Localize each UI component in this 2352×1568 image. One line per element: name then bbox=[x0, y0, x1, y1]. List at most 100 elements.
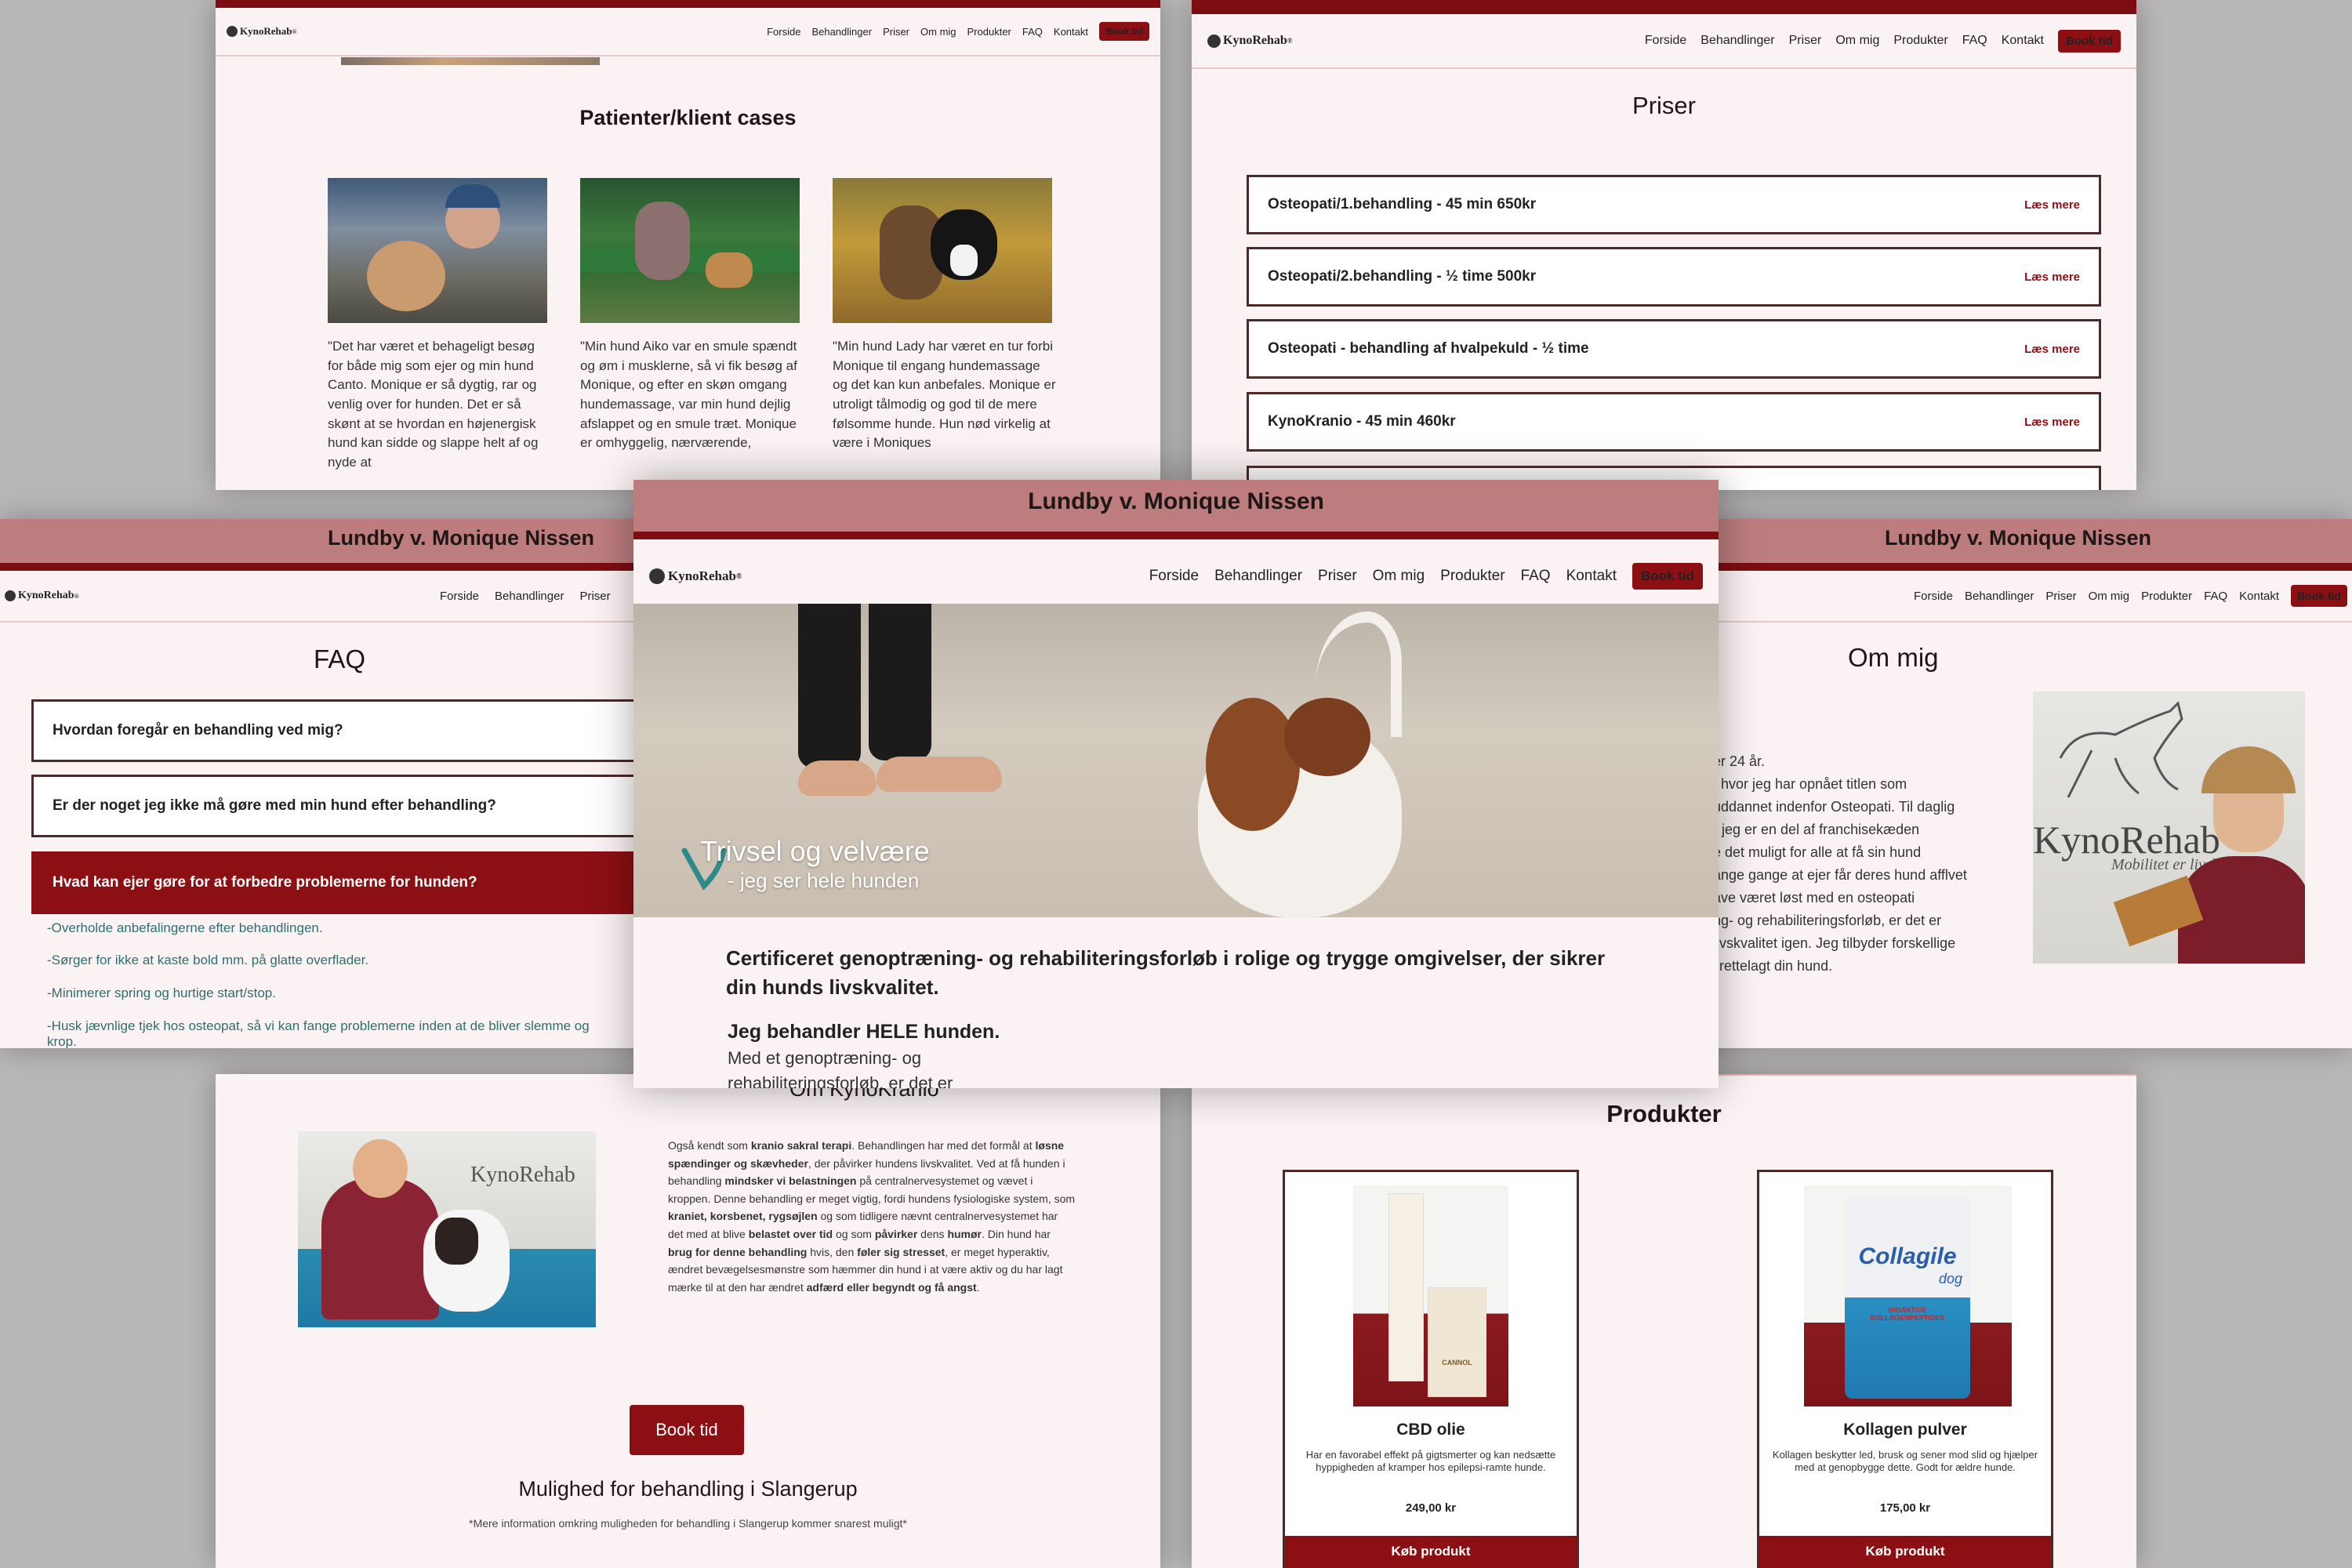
nav-behandlinger[interactable]: Behandlinger bbox=[1214, 568, 1302, 585]
nav-forside[interactable]: Forside bbox=[1914, 590, 1953, 603]
book-button[interactable]: Book tid bbox=[630, 1405, 744, 1455]
logo[interactable]: KynoRehab ® bbox=[1207, 34, 1293, 48]
paw-icon bbox=[1207, 34, 1221, 48]
nav-produkter[interactable]: Produkter bbox=[2141, 590, 2192, 603]
nav-kontakt[interactable]: Kontakt bbox=[2239, 590, 2279, 603]
dog-head bbox=[435, 1218, 478, 1265]
treatment-photo: KynoRehab bbox=[298, 1131, 596, 1327]
nav-behandlinger[interactable]: Behandlinger bbox=[495, 590, 564, 603]
price-label: Osteopati/1.behandling - 45 min 650kr bbox=[1268, 196, 1537, 212]
hero-body: Med et genoptræning- og bbox=[728, 1048, 922, 1068]
collagen-tin: Collagile dog BIOAKTIVE KOLLAGENPEPTIDER bbox=[1845, 1196, 1970, 1399]
logo-text: KynoRehab bbox=[1223, 34, 1287, 47]
nav-behandlinger[interactable]: Behandlinger bbox=[811, 26, 872, 38]
faq-answer-line: -Husk jævnlige tjek hos osteopat, så vi … bbox=[47, 1018, 590, 1033]
hero-headline: Certificeret genoptræning- og rehabilite… bbox=[726, 946, 1606, 999]
nav-forside[interactable]: Forside bbox=[1149, 568, 1199, 585]
nav-om-mig[interactable]: Om mig bbox=[1835, 34, 1879, 48]
nav-bar: KynoRehab ® Forside Behandlinger Priser O… bbox=[633, 539, 1719, 613]
about-line: livskvalitet igen. Jeg tilbyder forskell… bbox=[1713, 935, 1956, 951]
logo-tm: ® bbox=[735, 572, 742, 581]
faq-question[interactable]: Er der noget jeg ikke må gøre med min hu… bbox=[31, 775, 659, 837]
nav-faq[interactable]: FAQ bbox=[1962, 34, 1987, 48]
site-title: Lundby v. Monique Nissen bbox=[1028, 488, 1324, 514]
book-button[interactable]: Book tid bbox=[2058, 29, 2121, 53]
buy-product-button[interactable]: Køb produkt bbox=[1285, 1536, 1577, 1568]
tin-band: BIOAKTIVE KOLLAGENPEPTIDER bbox=[1870, 1306, 1945, 1322]
dog-muzzle bbox=[950, 245, 978, 276]
price-row[interactable]: Osteopati/2.behandling - ½ time 500kr Læ… bbox=[1247, 247, 2101, 307]
read-more-link[interactable]: Læs mere bbox=[2024, 198, 2080, 212]
nav-forside[interactable]: Forside bbox=[767, 26, 800, 38]
faq-question[interactable]: Hvordan foregår en behandling ved mig? bbox=[31, 699, 659, 762]
read-more-link[interactable]: Læs mere bbox=[2024, 270, 2080, 284]
section-title: Patienter/klient cases bbox=[579, 106, 797, 129]
nav-priser[interactable]: Priser bbox=[1318, 568, 1357, 585]
prices-panel: KynoRehab ® Forside Behandlinger Priser O… bbox=[1192, 0, 2136, 490]
nav-priser[interactable]: Priser bbox=[2045, 590, 2076, 603]
nav-forside[interactable]: Forside bbox=[440, 590, 479, 603]
nav-kontakt[interactable]: Kontakt bbox=[1054, 26, 1088, 38]
nav-faq[interactable]: FAQ bbox=[2204, 590, 2227, 603]
price-row[interactable]: Osteopati - behandling af hvalpekuld - ½… bbox=[1247, 319, 2101, 379]
foot bbox=[798, 760, 877, 796]
site-header-band: Lundby v. Monique Nissen bbox=[633, 480, 1719, 539]
logo-text: KynoRehab bbox=[18, 590, 74, 601]
nav-om-mig[interactable]: Om mig bbox=[920, 26, 956, 38]
logo[interactable]: KynoRehab ® bbox=[5, 590, 440, 602]
tin-sub: dog bbox=[1938, 1271, 1962, 1287]
section-title: FAQ bbox=[314, 644, 366, 673]
dog-outline-icon bbox=[2059, 701, 2183, 798]
nav-produkter[interactable]: Produkter bbox=[1440, 568, 1504, 585]
nav-kontakt[interactable]: Kontakt bbox=[1566, 568, 1617, 585]
product-price: 249,00 kr bbox=[1405, 1501, 1457, 1515]
buy-product-button[interactable]: Køb produkt bbox=[1759, 1536, 2051, 1568]
owner-photo: KynoRehab Mobilitet er livskvalitet bbox=[2033, 691, 2305, 964]
nav-produkter[interactable]: Produkter bbox=[1893, 34, 1947, 48]
nav-forside[interactable]: Forside bbox=[1645, 34, 1686, 48]
nav-priser[interactable]: Priser bbox=[1789, 34, 1822, 48]
nav-behandlinger[interactable]: Behandlinger bbox=[1700, 34, 1774, 48]
nav-behandlinger[interactable]: Behandlinger bbox=[1965, 590, 2034, 603]
nav-bar: KynoRehab ® Forside Behandlinger Priser O… bbox=[216, 8, 1160, 56]
about-line: , hvor jeg har opnået titlen som bbox=[1713, 776, 1907, 792]
logo[interactable]: KynoRehab ® bbox=[227, 25, 296, 38]
read-more-link[interactable]: Læs mere bbox=[2024, 416, 2080, 429]
about-text: er 24 år. , hvor jeg har opnået titlen s… bbox=[1713, 750, 2042, 978]
nav-faq[interactable]: FAQ bbox=[1022, 26, 1043, 38]
about-line: ave været løst med en osteopati bbox=[1713, 890, 1915, 906]
nav-produkter[interactable]: Produkter bbox=[967, 26, 1011, 38]
nav-faq[interactable]: FAQ bbox=[1521, 568, 1551, 585]
book-button[interactable]: Book tid bbox=[1099, 22, 1149, 41]
nav-om-mig[interactable]: Om mig bbox=[2089, 590, 2130, 603]
book-button[interactable]: Book tid bbox=[2291, 585, 2347, 607]
person-face bbox=[353, 1139, 408, 1198]
tin-brand: Collagile bbox=[1858, 1243, 1957, 1269]
about-line: r jeg er en del af franchisekæden bbox=[1713, 822, 1920, 837]
products-panel: Produkter CANNOL CBD olie Har en favorab… bbox=[1192, 1074, 2136, 1568]
price-label: Osteopati/2.behandling - ½ time 500kr bbox=[1268, 268, 1537, 285]
image-strip bbox=[341, 57, 600, 65]
nav-om-mig[interactable]: Om mig bbox=[1373, 568, 1425, 585]
hero-subhead: Jeg behandler HELE hunden. bbox=[728, 1021, 1000, 1043]
product-name: Kollagen pulver bbox=[1843, 1421, 1967, 1439]
book-button[interactable]: Book tid bbox=[1632, 563, 1703, 590]
paw-icon bbox=[5, 590, 16, 601]
bench-shape bbox=[580, 249, 800, 272]
nav-priser[interactable]: Priser bbox=[579, 590, 610, 603]
case-photo-aiko bbox=[580, 178, 800, 323]
accent-line bbox=[0, 563, 659, 571]
case-quote: "Min hund Aiko var en smule spændt og øm… bbox=[580, 339, 797, 451]
product-card[interactable]: Collagile dog BIOAKTIVE KOLLAGENPEPTIDER… bbox=[1757, 1170, 2053, 1568]
logo[interactable]: KynoRehab ® bbox=[649, 568, 742, 584]
price-row[interactable]: Osteopati/1.behandling - 45 min 650kr Læ… bbox=[1247, 175, 2101, 234]
price-row[interactable]: KynoKranio - 45 min 460kr Læs mere bbox=[1247, 392, 2101, 452]
site-header-band: Lundby v. Monique Nissen bbox=[0, 519, 659, 571]
product-card[interactable]: CANNOL CBD olie Har en favorabel effekt … bbox=[1283, 1170, 1579, 1568]
faq-question-active[interactable]: Hvad kan ejer gøre for at forbedre probl… bbox=[31, 851, 659, 914]
read-more-link[interactable]: Læs mere bbox=[2024, 343, 2080, 356]
person-shape bbox=[635, 201, 690, 280]
section-title: Priser bbox=[1632, 92, 1696, 119]
nav-kontakt[interactable]: Kontakt bbox=[2002, 34, 2044, 48]
nav-priser[interactable]: Priser bbox=[883, 26, 909, 38]
